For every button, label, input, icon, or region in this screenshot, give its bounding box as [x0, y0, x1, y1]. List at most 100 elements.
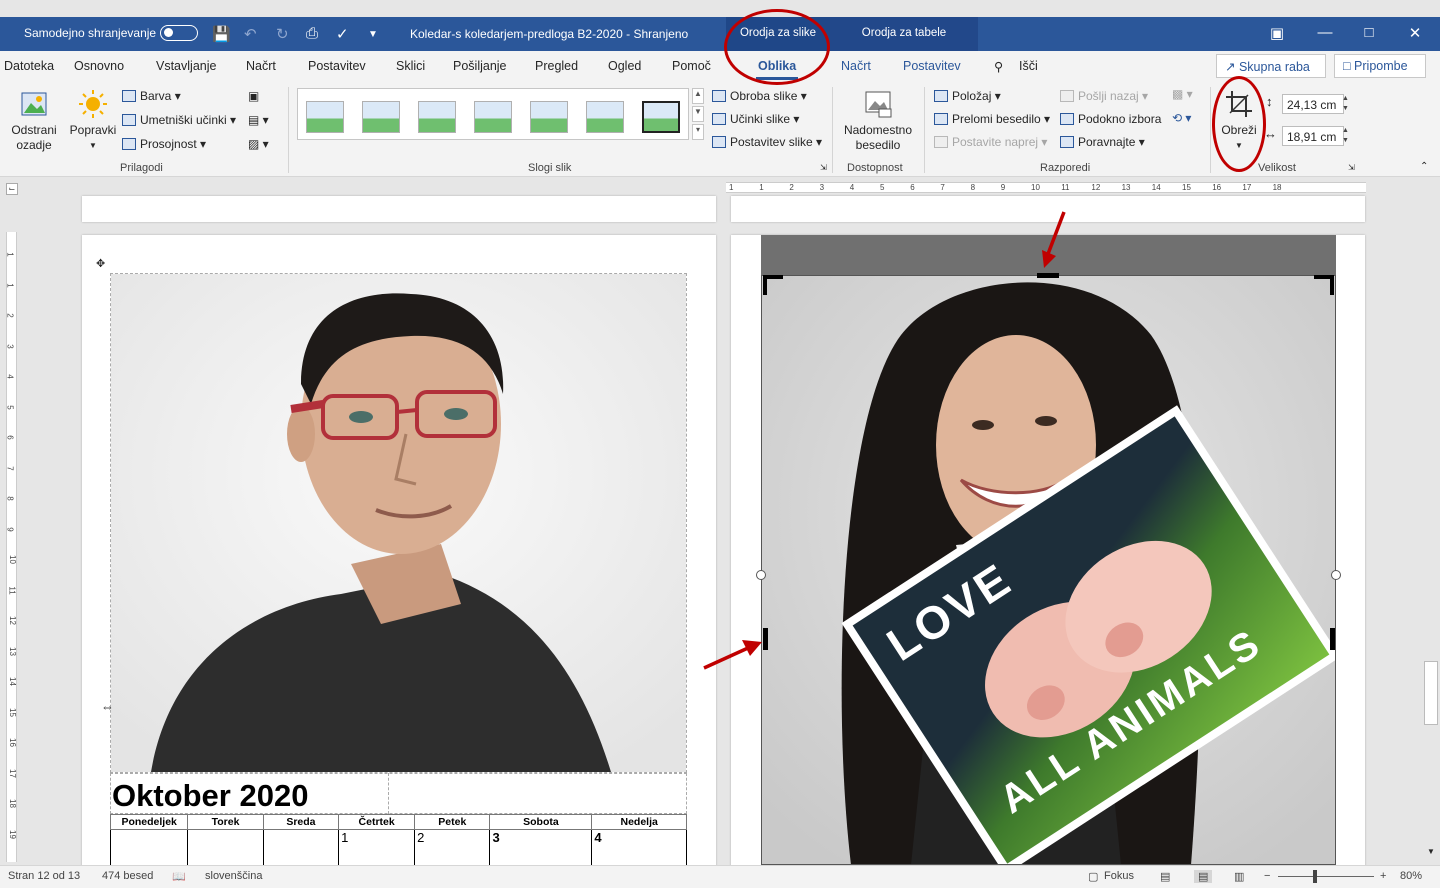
styles-dialog-launcher-icon[interactable]: ⇲ [820, 163, 827, 172]
scroll-down-icon[interactable]: ▼ [1427, 847, 1435, 856]
tab-table-design[interactable]: Načrt [841, 59, 871, 73]
picture-style-4[interactable] [474, 101, 512, 133]
crop-handle-top-left[interactable] [763, 275, 783, 295]
close-button[interactable]: ✕ [1400, 24, 1430, 42]
picture-style-1[interactable] [306, 101, 344, 133]
horizontal-ruler[interactable]: 1 1 2 3 4 5 6 7 8 9 10 11 12 13 14 15 16 17 18 [726, 182, 1366, 193]
vertical-ruler[interactable]: 1 1 2 3 4 5 6 7 8 9 10 11 12 13 14 15 16 17 18 19 [6, 232, 17, 862]
crop-handle-top[interactable] [1037, 273, 1059, 278]
web-layout-icon[interactable]: ▥ [1234, 870, 1244, 883]
width-input[interactable]: 18,91 cm [1282, 126, 1344, 146]
height-spin-up-icon[interactable]: ▲ [1342, 95, 1349, 102]
width-spin-up-icon[interactable]: ▲ [1342, 127, 1349, 134]
send-backward-button[interactable]: Pošlji nazaj ▾ [1060, 89, 1148, 103]
crop-handle-top-right[interactable] [1314, 275, 1334, 295]
language[interactable]: slovenščina [205, 870, 262, 882]
picture-layout-button[interactable]: Postavitev slike ▾ [712, 135, 822, 149]
picture-style-2[interactable] [362, 101, 400, 133]
width-spin-down-icon[interactable]: ▼ [1342, 137, 1349, 144]
autosave-toggle[interactable] [160, 25, 198, 41]
collapse-ribbon-icon[interactable]: ⌃ [1420, 161, 1428, 172]
tab-insert[interactable]: Vstavljanje [156, 59, 216, 73]
picture-border-button[interactable]: Obroba slike ▾ [712, 89, 807, 103]
zoom-out-icon[interactable]: − [1264, 870, 1270, 882]
position-button[interactable]: Položaj ▾ [934, 89, 1001, 103]
tab-review[interactable]: Pregled [535, 59, 578, 73]
zoom-slider-thumb[interactable] [1313, 870, 1317, 883]
tab-file[interactable]: Datoteka [4, 59, 54, 73]
bring-forward-button[interactable]: Postavite naprej ▾ [934, 135, 1047, 149]
table-move-handle-icon[interactable]: ✥ [96, 257, 105, 270]
zoom-in-icon[interactable]: + [1380, 870, 1386, 882]
date-cell[interactable]: 3 [489, 829, 593, 866]
comments-button[interactable]: □ Pripombe [1334, 54, 1426, 78]
date-cell[interactable]: 1 [338, 829, 416, 866]
scrollbar-thumb[interactable] [1424, 661, 1438, 725]
save-icon[interactable]: 💾 [212, 25, 231, 43]
tab-mailings[interactable]: Pošiljanje [453, 59, 507, 73]
date-cell[interactable] [109, 829, 189, 866]
group-objects-icon[interactable]: ▩ ▾ [1172, 87, 1193, 101]
rotate-icon[interactable]: ⟲ ▾ [1172, 111, 1191, 125]
corrections-button[interactable]: Popravki ▼ [66, 89, 120, 153]
picture-style-6[interactable] [586, 101, 624, 133]
share-button[interactable]: ↗ Skupna raba [1216, 54, 1326, 78]
reset-picture-icon[interactable]: ▨ ▾ [248, 137, 269, 151]
size-dialog-launcher-icon[interactable]: ⇲ [1348, 163, 1355, 172]
tab-selector-icon[interactable]: ⌙ [6, 183, 18, 195]
gallery-more-icon[interactable]: ▾ [692, 124, 704, 140]
redo-icon[interactable]: ↻ [276, 25, 289, 43]
tab-design[interactable]: Načrt [246, 59, 276, 73]
tab-table-layout[interactable]: Postavitev [903, 59, 961, 73]
tab-home[interactable]: Osnovno [74, 59, 124, 73]
height-input[interactable]: 24,13 cm [1282, 94, 1344, 114]
tab-view[interactable]: Ogled [608, 59, 641, 73]
word-count[interactable]: 474 besed [102, 870, 153, 882]
picture-styles-gallery[interactable] [297, 88, 689, 140]
focus-label[interactable]: Fokus [1104, 870, 1134, 882]
color-button[interactable]: Barva ▾ [122, 89, 181, 103]
height-spin-down-icon[interactable]: ▼ [1342, 105, 1349, 112]
minimize-button[interactable]: — [1310, 24, 1340, 41]
picture-effects-button[interactable]: Učinki slike ▾ [712, 112, 799, 126]
page-count[interactable]: Stran 12 od 13 [8, 870, 80, 882]
picture-style-3[interactable] [418, 101, 456, 133]
calendar-title[interactable]: Oktober 2020 [112, 778, 308, 814]
remove-background-button[interactable]: Odstrani ozadje [8, 89, 60, 153]
format-painter-icon[interactable]: ✓ [336, 25, 349, 43]
tab-layout[interactable]: Postavitev [308, 59, 366, 73]
alt-text-button[interactable]: Nadomestno besedilo [840, 89, 916, 153]
proofing-icon[interactable]: 📖 [172, 870, 186, 883]
selection-pane-button[interactable]: Podokno izbora [1060, 112, 1161, 126]
date-cell[interactable] [187, 829, 264, 866]
picture-style-7[interactable] [642, 101, 680, 133]
vertical-scrollbar[interactable] [1424, 182, 1438, 865]
photo-man[interactable] [111, 274, 686, 772]
customize-qat-icon[interactable]: ▼ [368, 29, 378, 40]
compress-pictures-icon[interactable]: ▣ [248, 89, 259, 103]
search-label[interactable]: Išči [1019, 59, 1038, 73]
calendar-grid[interactable]: Ponedeljek Torek Sreda Četrtek Petek Sobota Ne… [109, 814, 687, 866]
transparency-button[interactable]: Prosojnost ▾ [122, 137, 206, 151]
resize-handle-right[interactable] [1331, 570, 1341, 580]
crop-handle-right[interactable] [1330, 628, 1335, 650]
read-mode-icon[interactable]: ▤ [1160, 870, 1170, 883]
date-cell[interactable]: 4 [591, 829, 687, 866]
zoom-slider[interactable] [1278, 876, 1374, 877]
ribbon-display-icon[interactable]: ▣ [1262, 24, 1292, 42]
print-layout-icon[interactable]: ▤ [1194, 870, 1213, 883]
print-icon[interactable]: ⎙ [306, 25, 318, 42]
undo-icon[interactable]: ↶ [244, 25, 257, 43]
align-button[interactable]: Poravnajte ▾ [1060, 135, 1145, 149]
focus-icon[interactable]: ▢ [1088, 870, 1098, 883]
wrap-text-button[interactable]: Prelomi besedilo ▾ [934, 112, 1050, 126]
change-picture-icon[interactable]: ▤ ▾ [248, 113, 269, 127]
zoom-level[interactable]: 80% [1400, 870, 1422, 882]
picture-style-5[interactable] [530, 101, 568, 133]
tab-references[interactable]: Sklici [396, 59, 425, 73]
gallery-down-icon[interactable]: ▼ [692, 106, 704, 122]
search-icon[interactable]: ⚲ [994, 59, 1003, 74]
date-cell[interactable]: 2 [414, 829, 491, 866]
date-cell[interactable] [262, 829, 340, 866]
resize-handle-left[interactable] [756, 570, 766, 580]
